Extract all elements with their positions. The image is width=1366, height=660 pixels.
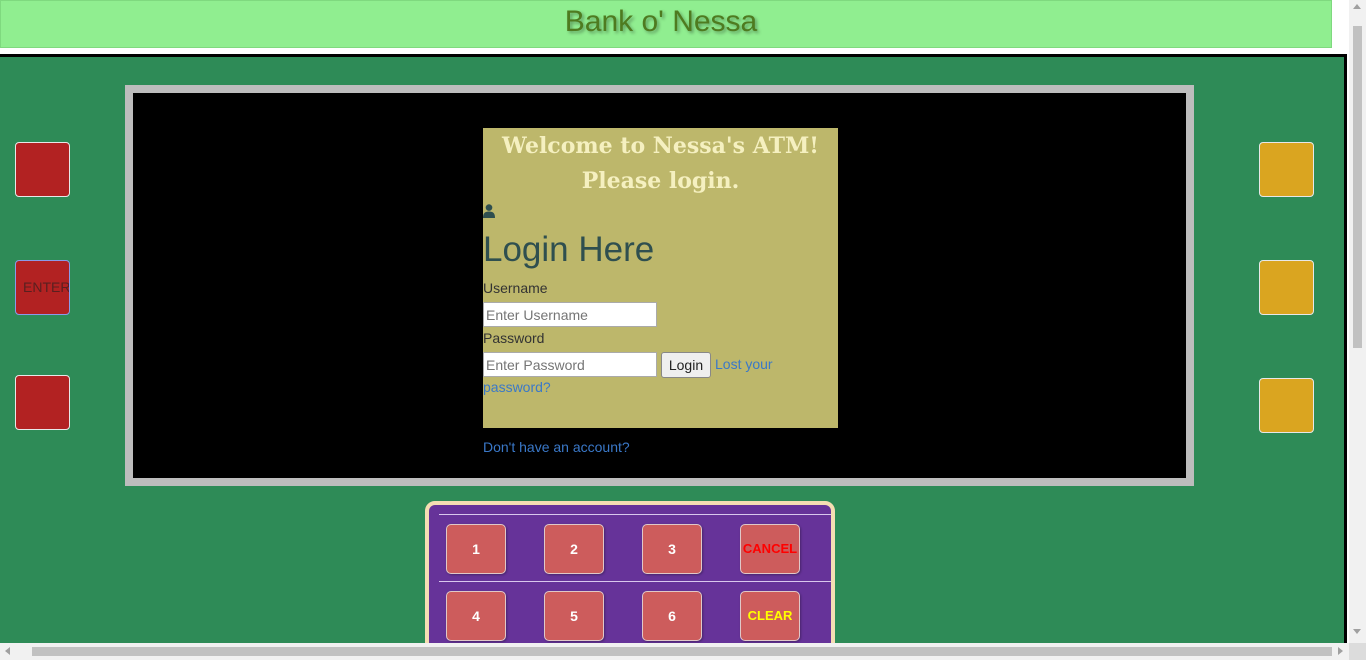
- horizontal-scroll-thumb[interactable]: [32, 647, 1332, 656]
- lost-password-link[interactable]: Lost your: [715, 356, 773, 372]
- key-3[interactable]: 3: [642, 524, 702, 574]
- scroll-up-arrow-icon[interactable]: [1353, 4, 1361, 9]
- bank-title: Bank o' Nessa: [564, 5, 758, 38]
- lost-password-link-continued[interactable]: password?: [483, 379, 551, 395]
- welcome-message: Welcome to Nessa's ATM! Please login.: [483, 129, 838, 199]
- key-1[interactable]: 1: [446, 524, 506, 574]
- right-side-button-1[interactable]: [1259, 142, 1314, 197]
- left-side-button-1[interactable]: [15, 142, 70, 197]
- username-input[interactable]: [483, 302, 657, 327]
- left-side-button-3[interactable]: [15, 375, 70, 430]
- atm-body: ENTER Welcome to Nessa's ATM! Please log…: [0, 54, 1347, 643]
- atm-keypad: 1 2 3 CANCEL 4 5 6 CLEAR: [425, 501, 835, 643]
- right-side-button-3[interactable]: [1259, 378, 1314, 433]
- enter-button[interactable]: ENTER: [15, 260, 70, 315]
- key-4[interactable]: 4: [446, 591, 506, 641]
- welcome-line-2: Please login.: [581, 168, 740, 194]
- login-button[interactable]: Login: [661, 352, 711, 378]
- vertical-scroll-thumb[interactable]: [1353, 26, 1362, 348]
- password-label: Password: [483, 330, 545, 346]
- signup-link[interactable]: Don't have an account?: [483, 439, 630, 455]
- password-input[interactable]: [483, 352, 657, 377]
- cancel-key[interactable]: CANCEL: [740, 524, 800, 574]
- right-side-button-2[interactable]: [1259, 260, 1314, 315]
- key-6[interactable]: 6: [642, 591, 702, 641]
- login-panel: Welcome to Nessa's ATM! Please login. Lo…: [483, 128, 838, 428]
- vertical-scrollbar[interactable]: [1349, 0, 1366, 643]
- site-header: Bank o' Nessa: [0, 0, 1332, 48]
- key-2[interactable]: 2: [544, 524, 604, 574]
- key-5[interactable]: 5: [544, 591, 604, 641]
- keypad-row-1: 1 2 3 CANCEL: [439, 514, 831, 574]
- clear-key[interactable]: CLEAR: [740, 591, 800, 641]
- scroll-left-arrow-icon[interactable]: [5, 647, 10, 655]
- password-row: Login Lost your password?: [483, 352, 838, 395]
- keypad-row-2: 4 5 6 CLEAR: [439, 581, 831, 641]
- username-label: Username: [483, 280, 548, 296]
- scroll-down-arrow-icon[interactable]: [1353, 629, 1361, 634]
- page-viewport: Bank o' Nessa ENTER Welcome to Nessa's A…: [0, 0, 1349, 643]
- horizontal-scrollbar[interactable]: [0, 643, 1349, 660]
- atm-screen: Welcome to Nessa's ATM! Please login. Lo…: [125, 85, 1194, 486]
- user-icon: [483, 204, 495, 218]
- login-title: Login Here: [483, 230, 655, 269]
- welcome-line-1: Welcome to Nessa's ATM!: [502, 133, 819, 159]
- scrollbar-corner: [1349, 643, 1366, 660]
- scroll-right-arrow-icon[interactable]: [1338, 647, 1343, 655]
